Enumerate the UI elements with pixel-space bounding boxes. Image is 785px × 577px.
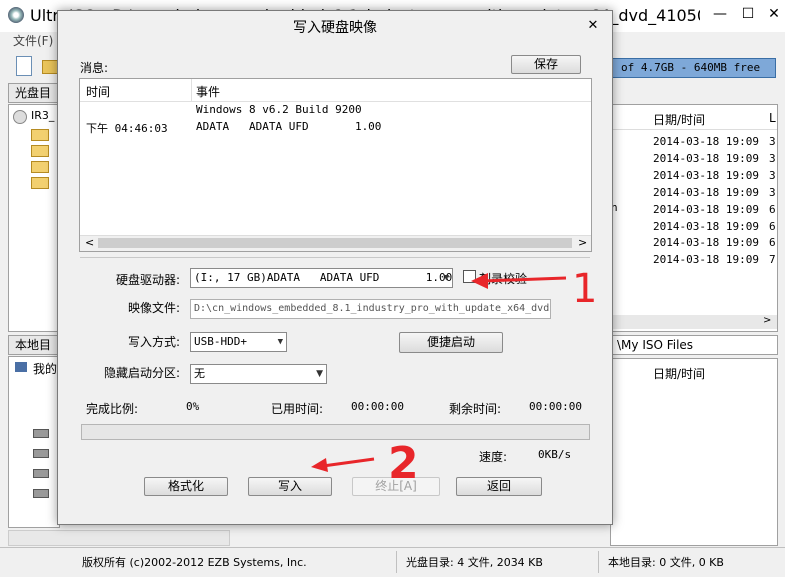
annotation-mark-2: 2 bbox=[388, 438, 419, 489]
annotation-mark-1: 1 bbox=[572, 266, 597, 312]
annotation-overlay: 1 2 bbox=[311, 266, 597, 489]
arrow-annotation-1 bbox=[471, 273, 567, 289]
arrow-annotation-2 bbox=[311, 457, 375, 472]
